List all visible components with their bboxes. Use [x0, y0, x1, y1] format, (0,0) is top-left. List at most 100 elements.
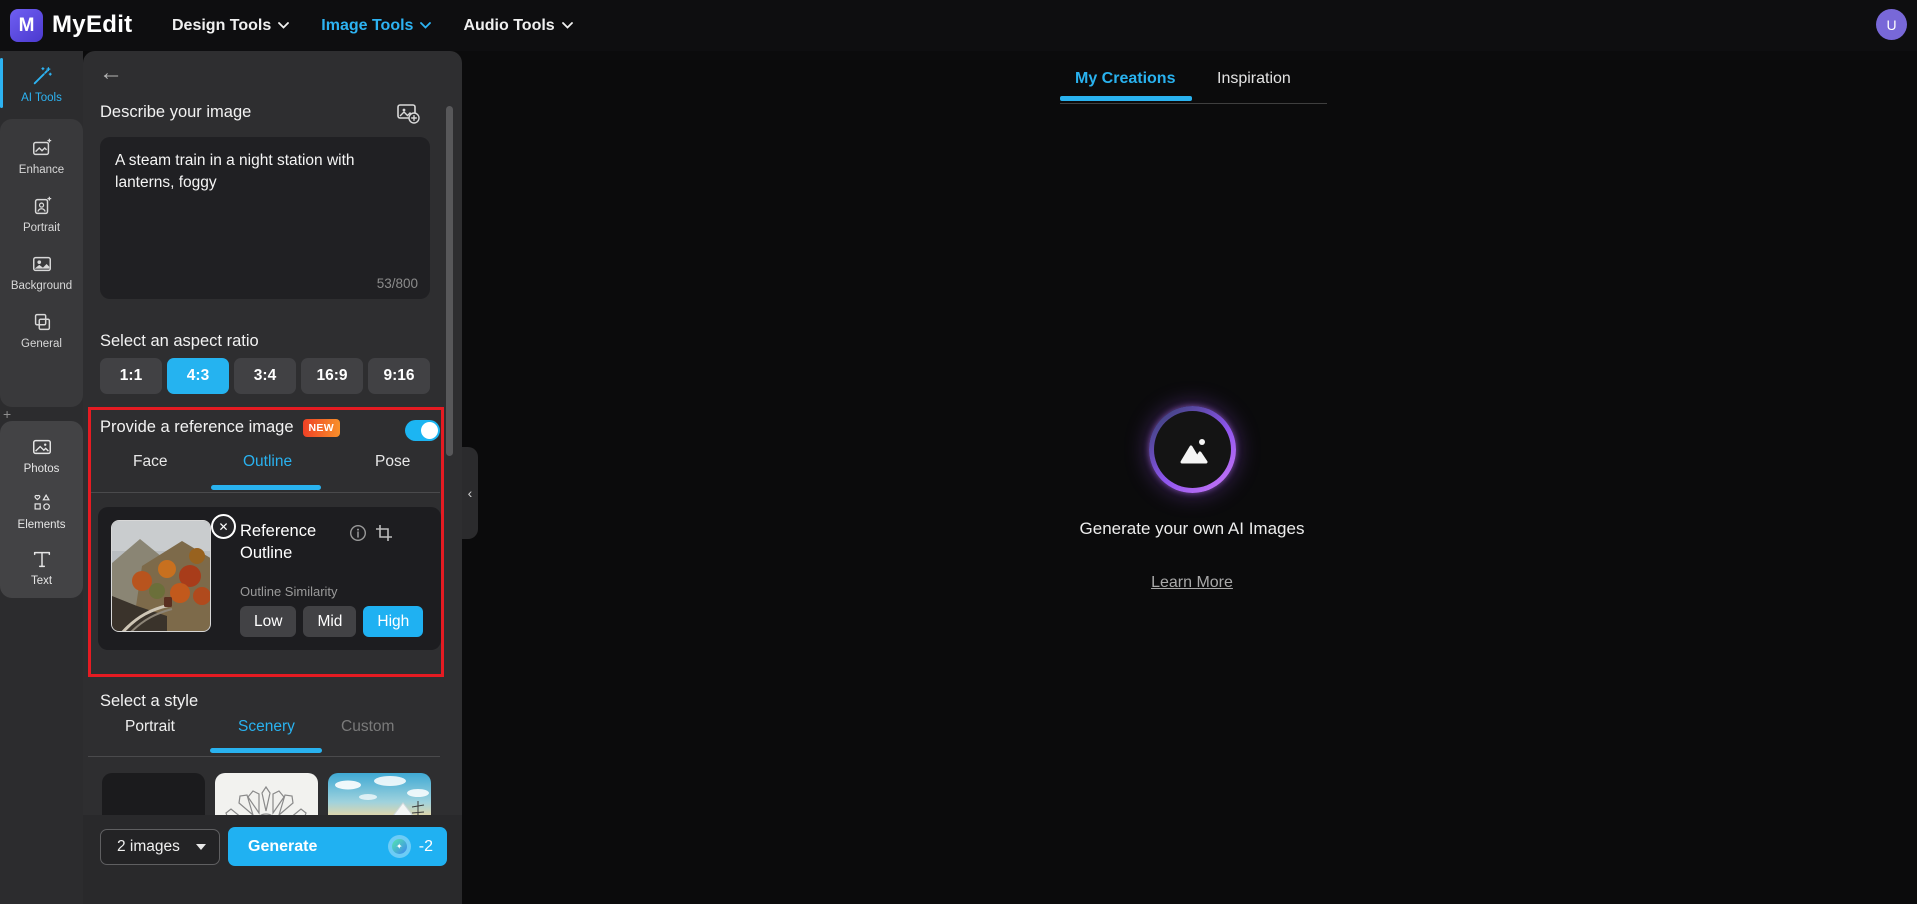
new-badge: NEW — [302, 418, 340, 437]
rail-item-general[interactable]: General — [0, 301, 83, 359]
style-tab-portrait[interactable]: Portrait — [125, 718, 175, 736]
myedit-app: M MyEdit Design Tools Image Tools Audio … — [0, 0, 1917, 904]
credit-coin-icon: ✦ — [387, 835, 411, 858]
info-icon[interactable] — [349, 524, 367, 542]
top-navbar: M MyEdit Design Tools Image Tools Audio … — [0, 0, 1917, 51]
panel-scrollbar[interactable] — [446, 106, 453, 456]
chevron-down-icon — [561, 22, 573, 29]
aspect-ratio-label: Select an aspect ratio — [100, 332, 259, 350]
learn-more-link[interactable]: Learn More — [1092, 574, 1292, 592]
ratio-16-9-button[interactable]: 16:9 — [301, 358, 363, 394]
rail-item-text[interactable]: Text — [0, 539, 83, 595]
credit-cost: -2 — [418, 837, 433, 855]
tab-pose[interactable]: Pose — [375, 453, 410, 471]
rail-group-ai: Enhance Portrait Background General — [0, 119, 83, 407]
reference-card: ✕ Reference Outline Outline Similarity L… — [98, 507, 441, 650]
main-menu: Design Tools Image Tools Audio Tools — [172, 0, 573, 51]
menu-image-tools[interactable]: Image Tools — [321, 17, 432, 35]
similarity-mid-button[interactable]: Mid — [303, 606, 357, 637]
tab-outline[interactable]: Outline — [243, 453, 292, 471]
style-tab-scenery[interactable]: Scenery — [238, 718, 295, 736]
chevron-down-icon — [420, 22, 432, 29]
ratio-3-4-button[interactable]: 3:4 — [234, 358, 296, 394]
tab-face[interactable]: Face — [133, 453, 167, 471]
prompt-input[interactable]: A steam train in a night station with la… — [100, 137, 430, 299]
rail-item-elements[interactable]: Elements — [0, 483, 83, 539]
back-arrow-icon[interactable]: ← — [99, 59, 123, 87]
rail-item-portrait[interactable]: Portrait — [0, 185, 83, 243]
menu-audio-tools[interactable]: Audio Tools — [463, 17, 573, 35]
overlap-squares-icon — [34, 313, 50, 330]
anime-landscape-image — [328, 773, 431, 815]
aspect-ratio-group: 1:1 4:3 3:4 16:9 9:16 — [100, 358, 430, 394]
dropdown-caret-icon — [196, 844, 206, 850]
empty-state-title: Generate your own AI Images — [1079, 519, 1305, 538]
reference-toggle[interactable] — [405, 420, 440, 441]
enhance-image-icon — [32, 138, 51, 155]
panel-footer: 2 images Generate ✦ -2 — [83, 815, 462, 904]
rail-label: Text — [30, 574, 53, 587]
style-thumbnails-row — [83, 773, 445, 815]
creations-tabs-divider — [1060, 103, 1327, 104]
autumn-train-image — [112, 521, 210, 631]
ratio-4-3-button[interactable]: 4:3 — [167, 358, 229, 394]
rail-item-photos[interactable]: Photos — [0, 427, 83, 483]
rail-item-enhance[interactable]: Enhance — [0, 127, 83, 185]
similarity-level-group: Low Mid High — [240, 606, 424, 637]
mountain-icon — [1180, 438, 1207, 463]
reference-card-title: Reference Outline — [240, 522, 317, 563]
sunflower-sketch-image — [225, 785, 307, 815]
rail-item-background[interactable]: Background — [0, 243, 83, 301]
rail-label: Photos — [23, 462, 60, 475]
reference-thumbnail[interactable] — [111, 520, 211, 632]
crop-icon[interactable] — [375, 524, 393, 542]
generate-button[interactable]: Generate ✦ -2 — [228, 827, 447, 866]
style-active-underline — [210, 748, 322, 753]
menu-design-tools-label: Design Tools — [172, 16, 272, 34]
ratio-9-16-button[interactable]: 9:16 — [368, 358, 430, 394]
tab-my-creations[interactable]: My Creations — [1075, 70, 1175, 88]
style-thumb-sketch[interactable] — [215, 773, 318, 815]
similarity-label: Outline Similarity — [240, 584, 338, 599]
menu-design-tools[interactable]: Design Tools — [172, 16, 290, 35]
text-icon — [33, 551, 50, 567]
style-tab-custom[interactable]: Custom — [341, 718, 394, 736]
ai-images-glow-icon — [1149, 406, 1236, 493]
shapes-icon — [33, 493, 50, 510]
rail-item-ai-tools[interactable]: AI Tools — [0, 55, 83, 113]
left-rail: AI Tools Enhance Portrait Background Gen… — [0, 51, 83, 904]
ratio-1-1-button[interactable]: 1:1 — [100, 358, 162, 394]
rail-label: Background — [10, 279, 73, 292]
myedit-logo-icon[interactable]: M — [10, 9, 43, 42]
style-thumb-anime[interactable] — [328, 773, 431, 815]
reference-section-header: Provide a reference image NEW — [100, 418, 340, 437]
tabs-divider — [88, 492, 440, 493]
generate-label: Generate — [248, 837, 318, 855]
creations-tabs: My Creations Inspiration — [1060, 62, 1328, 107]
similarity-high-button[interactable]: High — [363, 606, 424, 637]
creations-active-underline — [1060, 96, 1192, 101]
image-count-dropdown[interactable]: 2 images — [100, 829, 220, 865]
tab-inspiration[interactable]: Inspiration — [1217, 70, 1291, 88]
rail-label: Portrait — [22, 221, 61, 234]
describe-label: Describe your image — [100, 103, 252, 121]
remove-reference-button[interactable]: ✕ — [211, 514, 236, 539]
background-image-icon — [32, 256, 51, 271]
chevron-down-icon — [278, 22, 290, 29]
prompt-field-wrap: A steam train in a night station with la… — [100, 137, 430, 299]
user-avatar[interactable]: U — [1876, 9, 1907, 40]
portrait-icon — [34, 196, 51, 214]
magic-wand-icon — [33, 66, 52, 84]
brand-name[interactable]: MyEdit — [52, 11, 132, 39]
style-thumb-none[interactable] — [102, 773, 205, 815]
reference-label: Provide a reference image — [100, 418, 294, 436]
style-section-label: Select a style — [100, 692, 199, 710]
add-image-icon[interactable] — [395, 100, 421, 126]
similarity-low-button[interactable]: Low — [240, 606, 297, 637]
rail-group-assets: Photos Elements Text — [0, 421, 83, 598]
style-tabs-divider — [88, 756, 440, 757]
active-tab-underline — [211, 485, 321, 490]
rail-label: General — [21, 337, 62, 350]
ai-image-panel: ← Describe your image A steam train in a… — [83, 51, 462, 904]
panel-collapse-handle[interactable]: ‹ — [462, 447, 478, 539]
